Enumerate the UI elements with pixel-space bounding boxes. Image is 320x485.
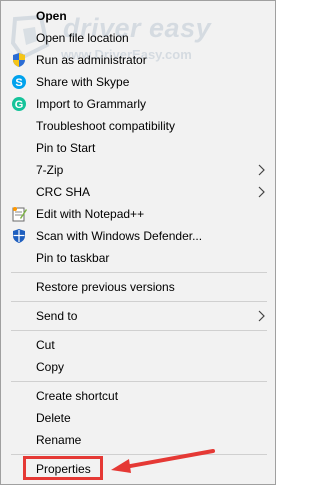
menu-item-label: Run as administrator bbox=[36, 53, 147, 67]
menu-item-edit-with-notepad-plus-plus[interactable]: Edit with Notepad++ bbox=[1, 203, 275, 225]
menu-item-crc-sha[interactable]: CRC SHA bbox=[1, 181, 275, 203]
menu-item-label: Import to Grammarly bbox=[36, 97, 147, 111]
menu-items: Open Open file location Run as administr… bbox=[1, 5, 275, 480]
properties-highlight-box bbox=[23, 456, 103, 480]
menu-item-scan-with-windows-defender[interactable]: Scan with Windows Defender... bbox=[1, 225, 275, 247]
notepad-plus-plus-icon bbox=[12, 207, 27, 222]
menu-item-label: Copy bbox=[36, 360, 65, 374]
menu-item-label: Create shortcut bbox=[36, 389, 119, 403]
chevron-right-icon bbox=[258, 310, 265, 322]
menu-item-copy[interactable]: Copy bbox=[1, 356, 275, 378]
menu-item-cut[interactable]: Cut bbox=[1, 334, 275, 356]
menu-item-label: Pin to taskbar bbox=[36, 251, 110, 265]
chevron-right-icon bbox=[258, 186, 265, 198]
menu-item-label: 7-Zip bbox=[36, 163, 64, 177]
menu-item-label: CRC SHA bbox=[36, 185, 91, 199]
menu-item-label: Share with Skype bbox=[36, 75, 130, 89]
menu-item-import-to-grammarly[interactable]: G Import to Grammarly bbox=[1, 93, 275, 115]
menu-item-label: Troubleshoot compatibility bbox=[36, 119, 175, 133]
menu-separator bbox=[11, 330, 267, 331]
menu-separator bbox=[11, 301, 267, 302]
menu-item-label: Pin to Start bbox=[36, 141, 96, 155]
menu-item-troubleshoot-compatibility[interactable]: Troubleshoot compatibility bbox=[1, 115, 275, 137]
menu-item-pin-to-start[interactable]: Pin to Start bbox=[1, 137, 275, 159]
menu-item-label: Cut bbox=[36, 338, 55, 352]
menu-item-send-to[interactable]: Send to bbox=[1, 305, 275, 327]
chevron-right-icon bbox=[258, 164, 265, 176]
context-menu: driver easy www.DriverEasy.com Open Open… bbox=[0, 0, 276, 485]
menu-item-label: Send to bbox=[36, 309, 78, 323]
menu-item-share-with-skype[interactable]: S Share with Skype bbox=[1, 71, 275, 93]
grammarly-icon: G bbox=[12, 97, 26, 111]
menu-item-label: Delete bbox=[36, 411, 71, 425]
menu-item-pin-to-taskbar[interactable]: Pin to taskbar bbox=[1, 247, 275, 269]
uac-shield-icon bbox=[13, 53, 25, 67]
menu-separator bbox=[11, 272, 267, 273]
menu-item-open[interactable]: Open bbox=[1, 5, 275, 27]
svg-text:G: G bbox=[15, 99, 24, 111]
menu-item-label: Open file location bbox=[36, 31, 129, 45]
menu-item-label: Open bbox=[36, 9, 67, 23]
menu-item-label: Rename bbox=[36, 433, 82, 447]
menu-separator bbox=[11, 381, 267, 382]
windows-defender-icon bbox=[13, 229, 25, 243]
menu-item-run-as-administrator[interactable]: Run as administrator bbox=[1, 49, 275, 71]
menu-item-label: Edit with Notepad++ bbox=[36, 207, 145, 221]
menu-item-restore-previous-versions[interactable]: Restore previous versions bbox=[1, 276, 275, 298]
annotation-arrow-icon bbox=[111, 449, 215, 473]
menu-item-label: Scan with Windows Defender... bbox=[36, 229, 203, 243]
menu-item-label: Restore previous versions bbox=[36, 280, 175, 294]
menu-item-open-file-location[interactable]: Open file location bbox=[1, 27, 275, 49]
svg-text:S: S bbox=[15, 77, 22, 89]
skype-icon: S bbox=[12, 75, 26, 89]
menu-item-7-zip[interactable]: 7-Zip bbox=[1, 159, 275, 181]
menu-item-create-shortcut[interactable]: Create shortcut bbox=[1, 385, 275, 407]
menu-item-delete[interactable]: Delete bbox=[1, 407, 275, 429]
